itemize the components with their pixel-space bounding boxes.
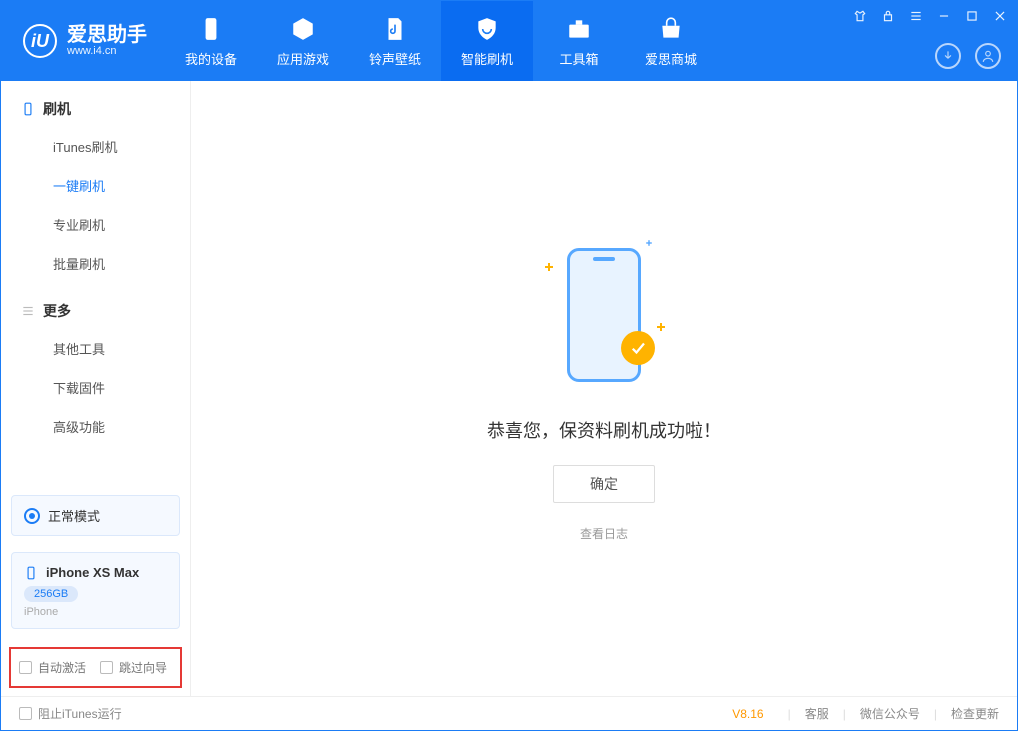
nav-ringtones-wallpapers[interactable]: 铃声壁纸 [349,1,441,81]
footer-links: | 客服 | 微信公众号 | 检查更新 [788,705,999,722]
download-icon[interactable] [935,43,961,69]
nav-label: 智能刷机 [461,49,513,68]
check-badge-icon [621,331,655,365]
auto-activate-checkbox[interactable]: 自动激活 [19,659,86,676]
footer-link-service[interactable]: 客服 [805,705,829,722]
nav-label: 铃声壁纸 [369,49,421,68]
footer-link-wechat[interactable]: 微信公众号 [860,705,920,722]
list-icon [21,304,35,318]
mode-box[interactable]: 正常模式 [11,495,180,536]
app-window: iU 爱思助手 www.i4.cn 我的设备 应用游戏 铃声壁纸 智能刷机 [0,0,1018,731]
main-content: 恭喜您，保资料刷机成功啦！ 确定 查看日志 [191,81,1017,696]
sidebar-item-itunes-flash[interactable]: iTunes刷机 [1,127,190,166]
success-illustration [549,235,659,395]
user-icon[interactable] [975,43,1001,69]
device-type: iPhone [24,606,167,618]
device-capacity: 256GB [24,586,78,602]
logo[interactable]: iU 爱思助手 www.i4.cn [1,1,165,81]
sidebar-group-title: 刷机 [43,99,71,119]
logo-text: 爱思助手 www.i4.cn [67,25,147,57]
sidebar-item-pro-flash[interactable]: 专业刷机 [1,205,190,244]
opt-label: 自动激活 [38,659,86,676]
device-box[interactable]: iPhone XS Max 256GB iPhone [11,552,180,629]
sidebar-group-flash: 刷机 [1,81,190,127]
app-title: 爱思助手 [67,25,147,45]
footer-link-update[interactable]: 检查更新 [951,705,999,722]
sparkle-icon [545,263,553,271]
nav-toolbox[interactable]: 工具箱 [533,1,625,81]
phone-icon [197,15,225,43]
block-itunes-checkbox[interactable]: 阻止iTunes运行 [19,705,122,722]
header-action-icons [935,43,1001,69]
nav-label: 爱思商城 [645,49,697,68]
nav-apps-games[interactable]: 应用游戏 [257,1,349,81]
footer: 阻止iTunes运行 V8.16 | 客服 | 微信公众号 | 检查更新 [1,696,1017,730]
sidebar-item-batch-flash[interactable]: 批量刷机 [1,244,190,283]
nav-my-device[interactable]: 我的设备 [165,1,257,81]
device-name-label: iPhone XS Max [46,565,139,580]
checkbox-icon [100,661,113,674]
opt-label: 阻止iTunes运行 [38,705,122,722]
nav-label: 我的设备 [185,49,237,68]
cube-icon [289,15,317,43]
skip-guide-checkbox[interactable]: 跳过向导 [100,659,167,676]
ok-button[interactable]: 确定 [553,465,655,503]
view-log-link[interactable]: 查看日志 [580,525,628,542]
lock-icon[interactable] [879,7,897,25]
device-small-icon [24,566,38,580]
checkbox-icon [19,661,32,674]
sparkle-icon [657,323,665,331]
sidebar-item-download-firmware[interactable]: 下载固件 [1,368,190,407]
checkbox-icon [19,707,32,720]
maximize-button[interactable] [963,7,981,25]
store-icon [657,15,685,43]
nav-store[interactable]: 爱思商城 [625,1,717,81]
mode-label: 正常模式 [48,506,100,525]
sidebar-item-other-tools[interactable]: 其他工具 [1,329,190,368]
mode-indicator-icon [24,508,40,524]
shield-refresh-icon [473,15,501,43]
sidebar-group-title: 更多 [43,301,71,321]
logo-icon: iU [23,24,57,58]
device-icon [21,102,35,116]
success-message: 恭喜您，保资料刷机成功啦！ [487,417,721,443]
sparkle-icon [646,240,652,246]
app-subtitle: www.i4.cn [67,45,147,57]
shirt-icon[interactable] [851,7,869,25]
body: 刷机 iTunes刷机 一键刷机 专业刷机 批量刷机 更多 其他工具 下载固件 … [1,81,1017,696]
toolbox-icon [565,15,593,43]
close-button[interactable] [991,7,1009,25]
sidebar-item-advanced[interactable]: 高级功能 [1,407,190,446]
version-label: V8.16 [732,707,763,721]
sidebar-item-oneclick-flash[interactable]: 一键刷机 [1,166,190,205]
sidebar-group-more: 更多 [1,283,190,329]
nav-label: 应用游戏 [277,49,329,68]
nav-label: 工具箱 [559,49,598,68]
top-nav: 我的设备 应用游戏 铃声壁纸 智能刷机 工具箱 爱思商城 [165,1,717,81]
minimize-button[interactable] [935,7,953,25]
window-controls [851,7,1009,25]
bottom-options-highlight: 自动激活 跳过向导 [9,647,182,688]
music-file-icon [381,15,409,43]
header: iU 爱思助手 www.i4.cn 我的设备 应用游戏 铃声壁纸 智能刷机 [1,1,1017,81]
opt-label: 跳过向导 [119,659,167,676]
sidebar: 刷机 iTunes刷机 一键刷机 专业刷机 批量刷机 更多 其他工具 下载固件 … [1,81,191,696]
menu-icon[interactable] [907,7,925,25]
nav-smart-flash[interactable]: 智能刷机 [441,1,533,81]
